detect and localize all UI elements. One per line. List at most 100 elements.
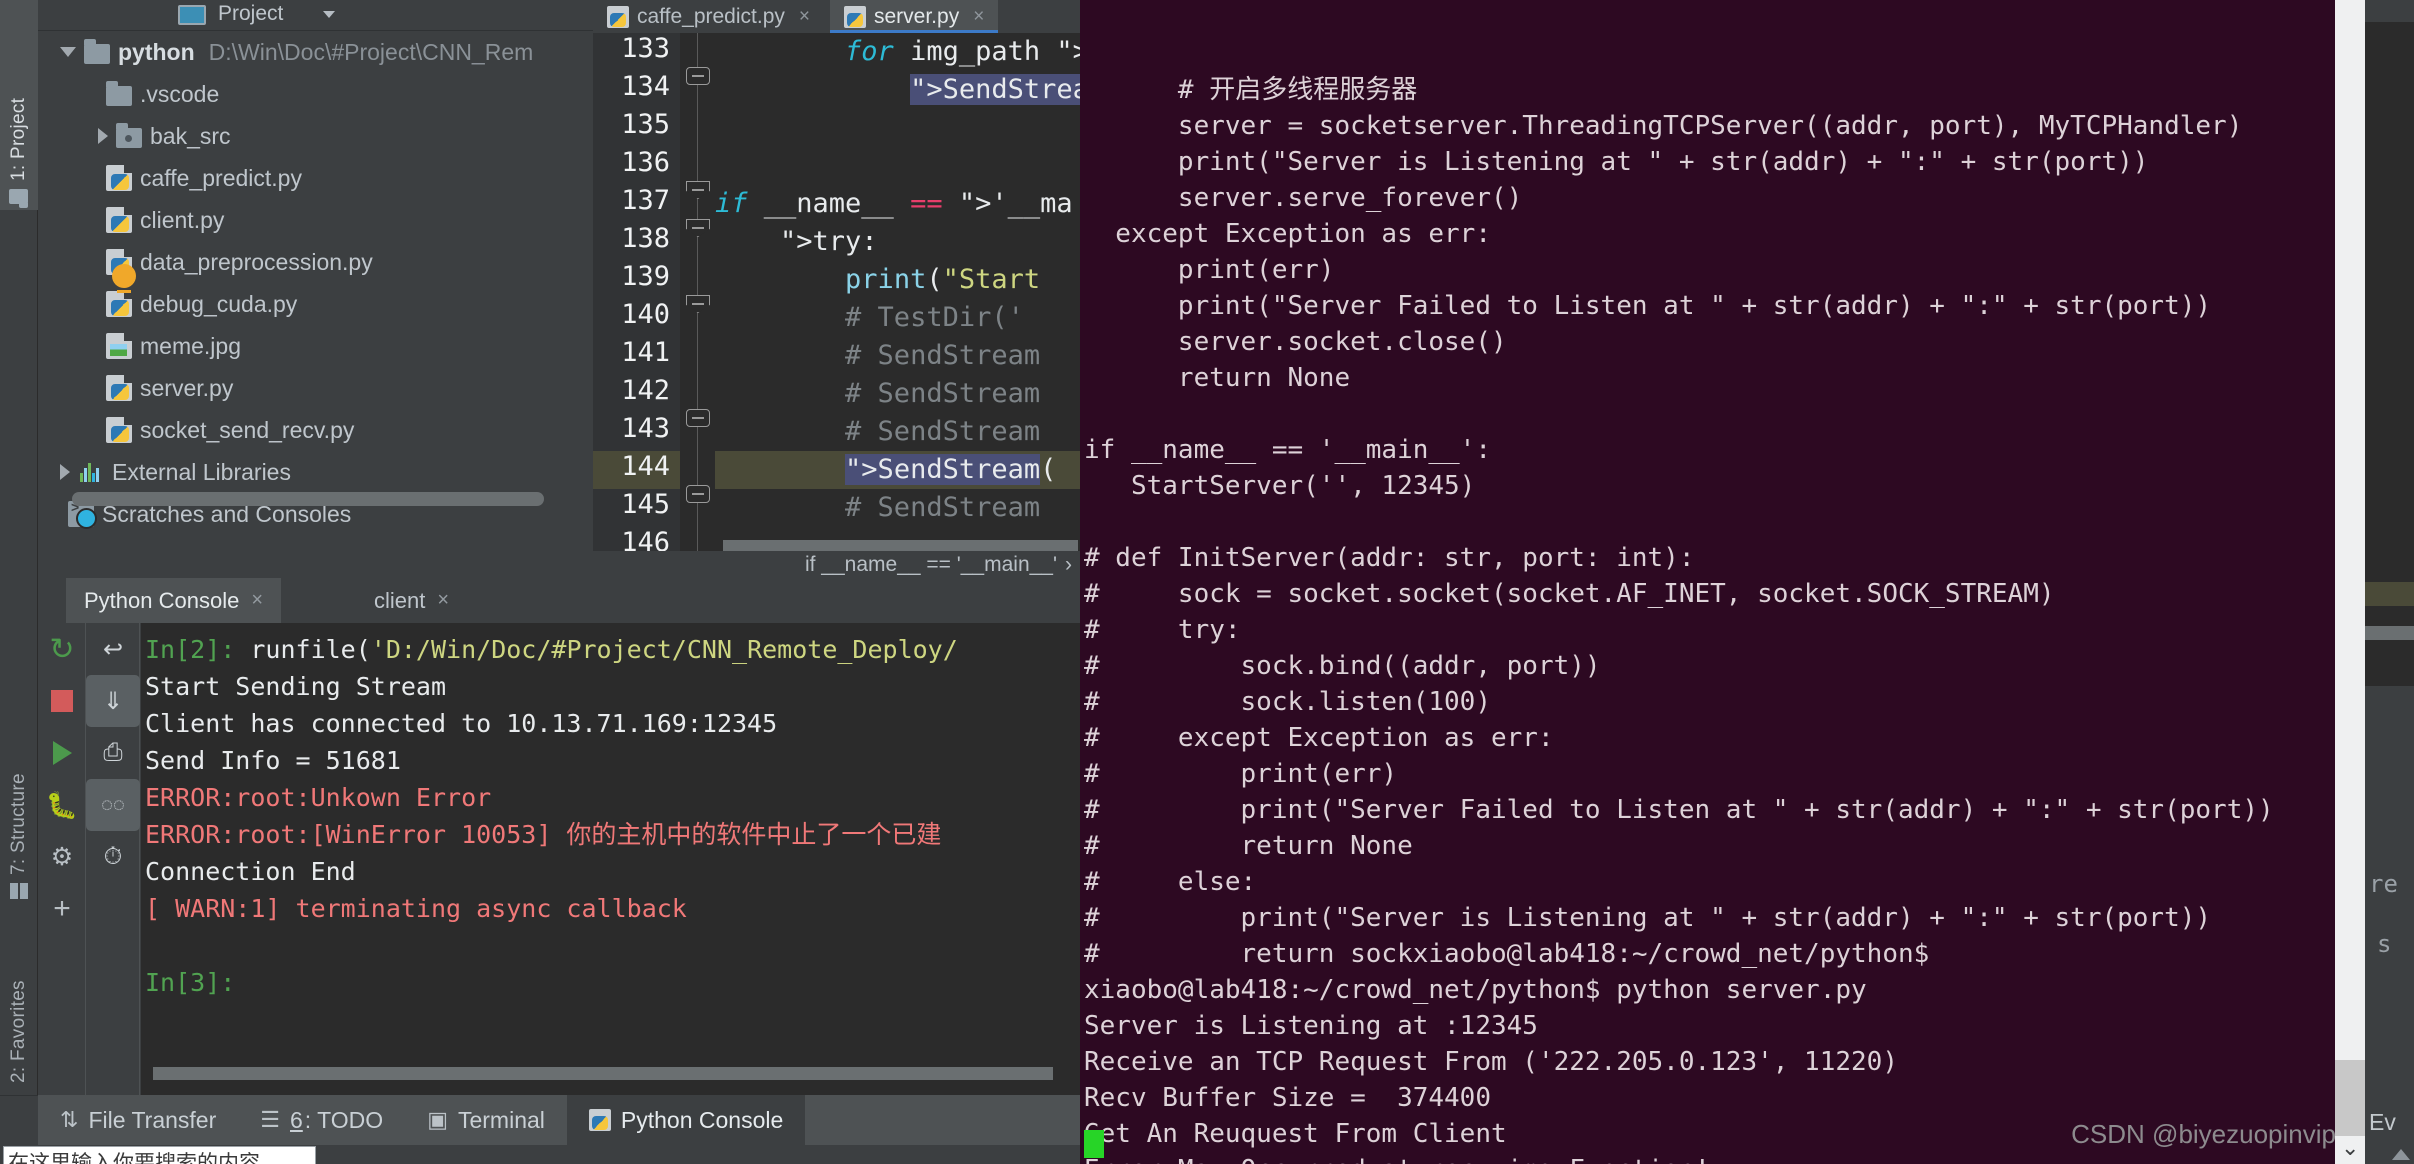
sidebar-item-favorites[interactable]: ★ 2: Favorites (0, 915, 38, 1125)
fold-marker[interactable] (686, 219, 710, 237)
tree-item-client-py[interactable]: client.py (38, 199, 593, 241)
close-icon[interactable]: × (437, 589, 449, 612)
tree-item-meme-jpg[interactable]: meme.jpg (38, 325, 593, 367)
tree-item-bak-src[interactable]: bak_src (38, 115, 593, 157)
code-line[interactable]: # SendStream (715, 375, 1080, 413)
status-item-python-console[interactable]: Python Console (566, 1095, 806, 1145)
terminal-line: # sock = socket.socket(socket.AF_INET, s… (1084, 579, 2055, 609)
editor-gutter[interactable]: 133 134 135 136 137 138 139 140 141 142 143 144 145 1… (593, 33, 702, 578)
chevron-down-icon[interactable] (60, 47, 76, 57)
gutter-line-number[interactable]: 136 (593, 147, 680, 185)
print-icon[interactable]: ⎙ (86, 727, 140, 779)
chevron-up-icon[interactable] (2392, 1149, 2410, 1160)
status-item-terminal[interactable]: ▣ Terminal (405, 1095, 567, 1145)
sidebar-item-structure[interactable]: 7: Structure (0, 690, 38, 905)
gutter-line-number[interactable]: 141 (593, 337, 680, 375)
gutter-line-number[interactable]: 144 (593, 451, 680, 489)
close-icon[interactable]: × (251, 589, 263, 612)
soft-wrap-icon[interactable]: ↩ (86, 623, 140, 675)
console-tab-client[interactable]: client × (356, 578, 467, 623)
status-item-label: Terminal (457, 1106, 545, 1133)
tree-item-external-libraries[interactable]: External Libraries (38, 451, 593, 493)
vertical-scrollbar[interactable]: ⌄ (2335, 0, 2365, 1164)
sidebar-item-project-label: 1: Project (8, 97, 29, 181)
history-icon[interactable]: ⏱ (86, 831, 140, 883)
fold-marker[interactable] (686, 485, 710, 503)
code-line[interactable] (715, 147, 1080, 185)
project-tree-hscrollbar[interactable] (72, 492, 544, 506)
editor-tab-server[interactable]: server.py × (830, 0, 999, 33)
gutter-line-number[interactable]: 138 (593, 223, 680, 261)
code-line[interactable]: # SendStream (715, 489, 1080, 527)
rerun-icon[interactable]: ↻ (38, 623, 86, 675)
console-tab-python-console[interactable]: Python Console × (66, 578, 282, 623)
scroll-to-end-icon[interactable]: ⇓ (86, 675, 140, 727)
python-file-icon (106, 375, 132, 401)
intention-bulb-icon[interactable] (112, 264, 136, 293)
fold-marker[interactable] (686, 67, 710, 85)
sidebar-item-project[interactable]: 1: Project (0, 0, 38, 210)
console-output-line: Client has connected to 10.13.71.169:123… (145, 709, 778, 738)
right-edge-ide: re s Ev ⌄ (2335, 0, 2414, 1164)
code-line[interactable]: ">SendStream( (715, 451, 1080, 489)
code-line[interactable]: print("Start (715, 261, 1080, 299)
status-item-file-transfer[interactable]: ⇅ File Transfer (38, 1095, 238, 1145)
console-output[interactable]: In[2]: runfile('D:/Win/Doc/#Project/CNN_… (141, 623, 1080, 1095)
gutter-line-number[interactable]: 135 (593, 109, 680, 147)
gutter-line-number[interactable]: 140 (593, 299, 680, 337)
chevron-down-icon[interactable] (323, 11, 335, 18)
settings-icon[interactable]: ⚙ (38, 831, 86, 883)
gutter-line-number[interactable]: 137 (593, 185, 702, 223)
editor-tab-caffe-predict[interactable]: caffe_predict.py × (593, 0, 824, 33)
right-editor-strip (2365, 640, 2414, 686)
stop-icon[interactable] (38, 675, 86, 727)
tree-item-python[interactable]: python D:\Win\Doc\#Project\CNN_Rem (38, 31, 593, 73)
terminal-line: server = socketserver.ThreadingTCPServer… (1084, 111, 2243, 141)
fold-marker[interactable] (686, 181, 710, 199)
python-file-icon (106, 165, 132, 191)
breadcrumb[interactable]: if __name__ == '__main__' › (593, 551, 1080, 578)
project-tree[interactable]: python D:\Win\Doc\#Project\CNN_Rem .vscode… (38, 31, 593, 571)
code-line[interactable]: ">SendStream( (715, 71, 1080, 109)
run-icon[interactable] (38, 727, 86, 779)
editor-fold-column[interactable] (680, 33, 715, 578)
ssh-terminal-window[interactable]: # 开启多线程服务器 server = socketserver.Threadi… (1080, 0, 2335, 1164)
code-line[interactable] (715, 109, 1080, 147)
gutter-line-number[interactable]: 143 (593, 413, 680, 451)
code-line[interactable]: ">try: (715, 223, 1080, 261)
gutter-line-number[interactable]: 133 (593, 33, 680, 71)
tree-item-server-py[interactable]: server.py (38, 367, 593, 409)
console-hscrollbar[interactable] (153, 1067, 1053, 1080)
fold-marker[interactable] (686, 295, 710, 313)
status-item-label: File Transfer (88, 1106, 217, 1133)
chevron-down-icon[interactable]: ⌄ (2341, 1135, 2359, 1161)
close-icon[interactable]: × (799, 6, 810, 28)
add-icon[interactable]: + (38, 883, 86, 935)
code-line[interactable]: for img_path ">in (715, 33, 1080, 71)
gutter-line-number[interactable]: 145 (593, 489, 680, 527)
gutter-line-number[interactable]: 139 (593, 261, 680, 299)
fold-marker[interactable] (686, 409, 710, 427)
chevron-right-icon[interactable] (60, 464, 70, 480)
close-icon[interactable]: × (973, 6, 984, 28)
event-log-label[interactable]: Ev (2369, 1109, 2396, 1136)
search-input[interactable]: 在这里输入你要搜索的内容 (3, 1146, 316, 1164)
gutter-line-number[interactable]: 142 (593, 375, 680, 413)
gutter-line-number[interactable]: 134 (593, 71, 680, 109)
code-line[interactable]: # SendStream (715, 337, 1080, 375)
code-line[interactable]: # SendStream (715, 413, 1080, 451)
code-line[interactable]: if __name__ == ">'__ma (715, 185, 1080, 223)
editor-code-text[interactable]: for img_path ">in ">SendStream( if __name… (715, 33, 1080, 578)
code-line[interactable]: # TestDir(' (715, 299, 1080, 337)
tree-item-caffe-predict-py[interactable]: caffe_predict.py (38, 157, 593, 199)
console-output-line: ERROR:root:[WinError 10053] 你的主机中的软件中止了一… (145, 820, 942, 849)
tree-item-socket-send-recv-py[interactable]: socket_send_recv.py (38, 409, 593, 451)
console-right-toolbar: ↩ ⇓ ⎙ ◌◌ ⏱ (86, 623, 140, 1095)
status-item-todo[interactable]: ☰ 6 : TODO (238, 1095, 405, 1145)
debug-icon[interactable]: 🐛 (38, 779, 86, 831)
show-variables-icon[interactable]: ◌◌ (86, 779, 140, 831)
scrollbar-thumb[interactable] (2335, 1060, 2365, 1136)
tree-item--vscode[interactable]: .vscode (38, 73, 593, 115)
chevron-right-icon[interactable] (98, 128, 108, 144)
folder-icon (106, 81, 132, 106)
